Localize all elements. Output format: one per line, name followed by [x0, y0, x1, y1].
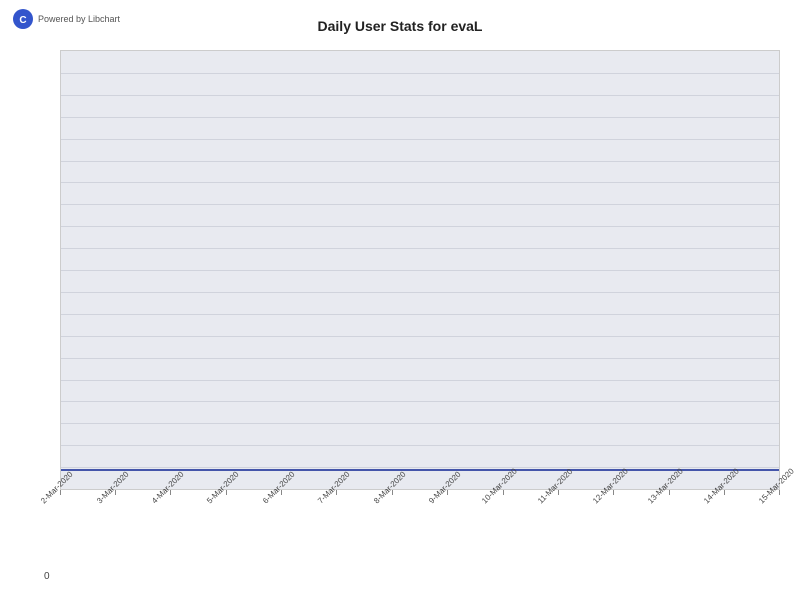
x-axis: 2-Mar-20203-Mar-20204-Mar-20205-Mar-2020… [60, 490, 780, 590]
libchart-logo-icon: C [12, 8, 34, 30]
chart-title: Daily User Stats for evaL [10, 10, 790, 38]
zero-line [61, 469, 779, 471]
grid-line [61, 270, 779, 271]
chart-container: C Powered by Libchart Daily User Stats f… [0, 0, 800, 600]
grid-line [61, 423, 779, 424]
grid-line [61, 358, 779, 359]
powered-by-text: Powered by Libchart [38, 14, 120, 25]
grid-line [61, 314, 779, 315]
grid-line [61, 95, 779, 96]
grid-line [61, 117, 779, 118]
grid-line [61, 161, 779, 162]
x-tick [669, 490, 670, 495]
x-tick [724, 490, 725, 495]
x-tick [558, 490, 559, 495]
chart-plot-area [60, 50, 780, 490]
x-tick [613, 490, 614, 495]
powered-by-badge: C Powered by Libchart [12, 8, 120, 30]
grid-line [61, 336, 779, 337]
grid-line [61, 445, 779, 446]
grid-line [61, 139, 779, 140]
x-tick [779, 490, 780, 495]
y-axis-label: 0 [44, 571, 50, 582]
grid-line [61, 467, 779, 468]
grid-line [61, 401, 779, 402]
grid-lines [61, 51, 779, 489]
grid-line [61, 73, 779, 74]
svg-text:C: C [19, 15, 26, 26]
grid-line [61, 380, 779, 381]
x-tick [503, 490, 504, 495]
grid-line [61, 204, 779, 205]
grid-line [61, 226, 779, 227]
grid-line [61, 182, 779, 183]
grid-line [61, 292, 779, 293]
grid-line [61, 248, 779, 249]
